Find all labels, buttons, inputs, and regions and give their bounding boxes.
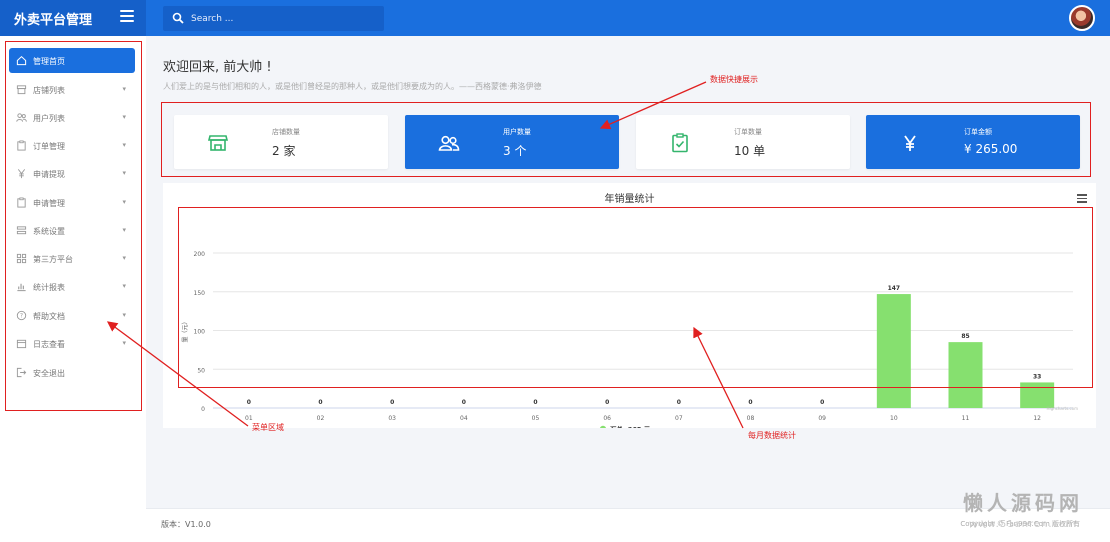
data-label: 0 xyxy=(677,399,681,406)
brand-title[interactable]: 外卖平台管理 xyxy=(14,9,92,28)
x-tick-label: 06 xyxy=(603,415,611,422)
x-tick-label: 01 xyxy=(245,415,253,422)
data-label: 0 xyxy=(247,399,251,406)
x-tick-label: 08 xyxy=(747,415,755,422)
data-display-annotation-label: 数据快捷展示 xyxy=(710,75,758,84)
monthly-stats-annotation-label: 每月数据统计 xyxy=(748,431,796,440)
watermark: 懒人源码网 www.51anren.com xyxy=(936,483,1110,542)
x-tick-label: 11 xyxy=(962,415,970,422)
chart-credit[interactable]: Highcharts.com xyxy=(1047,406,1079,411)
legend-marker xyxy=(599,425,607,428)
data-label: 0 xyxy=(820,399,824,406)
user-avatar[interactable] xyxy=(1069,5,1095,31)
data-label: 0 xyxy=(533,399,537,406)
watermark-url: www.51anren.com xyxy=(969,519,1077,530)
watermark-title: 懒人源码网 xyxy=(963,491,1083,515)
data-label: 0 xyxy=(748,399,752,406)
brand-area: 外卖平台管理 xyxy=(0,0,146,36)
data-label: 0 xyxy=(462,399,466,406)
x-tick-label: 05 xyxy=(532,415,540,422)
data-label: 0 xyxy=(390,399,394,406)
menu-area-annotation-label: 菜单区域 xyxy=(252,423,284,432)
y-tick-label: 0 xyxy=(201,406,205,413)
legend-label: 汇总: 265 元 xyxy=(610,425,651,429)
x-tick-label: 02 xyxy=(317,415,325,422)
search-box xyxy=(163,6,384,31)
search-input[interactable] xyxy=(191,10,376,27)
quote-text: 人们爱上的是与他们相和的人，或是他们曾经是的那种人，或是他们想要成为的人。——西… xyxy=(163,82,542,91)
x-tick-label: 07 xyxy=(675,415,683,422)
data-label: 0 xyxy=(605,399,609,406)
x-tick-label: 03 xyxy=(388,415,396,422)
data-display-annotation-box xyxy=(161,102,1091,177)
x-tick-label: 04 xyxy=(460,415,468,422)
menu-toggle-icon[interactable] xyxy=(120,10,134,24)
version-text: 版本：V1.0.0 xyxy=(161,520,211,529)
x-tick-label: 10 xyxy=(890,415,898,422)
menu-area-annotation-box xyxy=(5,41,142,411)
x-tick-label: 09 xyxy=(818,415,826,422)
x-tick-label: 12 xyxy=(1033,415,1041,422)
data-label: 0 xyxy=(318,399,322,406)
monthly-stats-annotation-box xyxy=(178,207,1093,388)
top-navbar: 外卖平台管理 xyxy=(0,0,1110,36)
welcome-heading: 欢迎回来, 前大帅 ! xyxy=(163,60,272,75)
search-icon[interactable] xyxy=(172,12,184,24)
